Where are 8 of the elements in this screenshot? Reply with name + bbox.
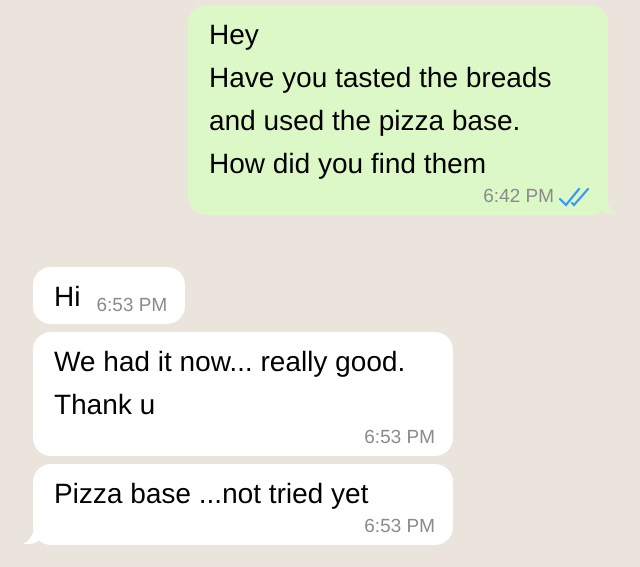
message-time: 6:42 PM (483, 185, 554, 209)
message-text: Hi (54, 280, 80, 314)
message-time: 6:53 PM (96, 294, 168, 318)
message-text: Pizza base ...not tried yet (54, 477, 368, 511)
message-text: We had it now... really good. Thank u (54, 345, 406, 422)
message-time: 6:53 PM (364, 515, 435, 539)
message-time: 6:53 PM (364, 426, 435, 450)
message-text: Hey Have you tasted the breads and used the pizza base. How did you find them (209, 18, 552, 181)
